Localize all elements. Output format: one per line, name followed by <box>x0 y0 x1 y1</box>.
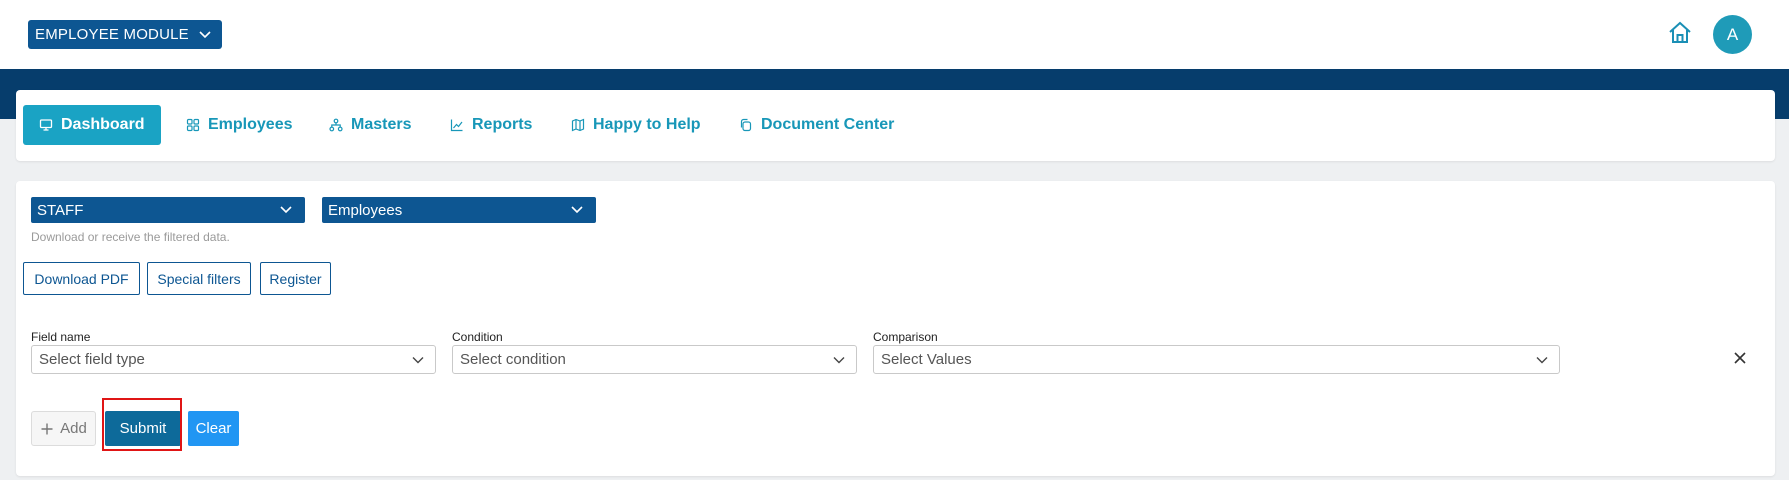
monitor-icon <box>39 119 53 131</box>
chevron-down-icon <box>833 357 845 364</box>
nav-item-label: Dashboard <box>61 116 145 133</box>
comparison-label: Comparison <box>873 330 938 344</box>
module-switcher-label: EMPLOYEE MODULE <box>35 26 189 43</box>
submit-button[interactable]: Submit <box>105 411 181 446</box>
plus-icon <box>41 423 53 434</box>
register-button[interactable]: Register <box>260 262 331 295</box>
comparison-select[interactable]: Select Values <box>873 345 1560 374</box>
clear-button[interactable]: Clear <box>188 411 239 446</box>
main-nav: Dashboard Employees Masters Reports Happ… <box>16 90 1775 161</box>
nav-item-label: Document Center <box>761 116 895 133</box>
chevron-down-icon <box>199 31 211 39</box>
map-icon <box>571 118 585 132</box>
nav-item-happy-to-help[interactable]: Happy to Help <box>571 105 701 145</box>
special-filters-button[interactable]: Special filters <box>147 262 251 295</box>
field-name-label: Field name <box>31 330 91 344</box>
category-select[interactable]: STAFF <box>31 197 305 223</box>
chevron-down-icon <box>280 206 292 214</box>
nav-item-label: Reports <box>472 116 533 133</box>
chevron-down-icon <box>1536 357 1548 364</box>
add-condition-button[interactable]: Add <box>31 411 96 446</box>
field-name-placeholder: Select field type <box>39 351 145 368</box>
entity-select[interactable]: Employees <box>322 197 596 223</box>
nav-item-reports[interactable]: Reports <box>450 105 532 145</box>
top-bar: EMPLOYEE MODULE A <box>0 0 1789 69</box>
nav-item-label: Happy to Help <box>593 116 701 133</box>
chevron-down-icon <box>412 357 424 364</box>
sitemap-icon <box>329 118 343 132</box>
condition-label: Condition <box>452 330 503 344</box>
condition-placeholder: Select condition <box>460 351 566 368</box>
nav-item-dashboard[interactable]: Dashboard <box>23 105 161 145</box>
avatar[interactable]: A <box>1713 15 1752 54</box>
home-icon[interactable] <box>1667 20 1693 46</box>
nav-item-label: Employees <box>208 116 293 133</box>
nav-item-document-center[interactable]: Document Center <box>739 105 894 145</box>
field-name-select[interactable]: Select field type <box>31 345 436 374</box>
report-filter-panel: STAFF Employees Download or receive the … <box>16 181 1775 476</box>
grid-icon <box>186 118 200 132</box>
add-button-label: Add <box>60 420 87 437</box>
line-chart-icon <box>450 119 463 132</box>
nav-item-employees[interactable]: Employees <box>186 105 292 145</box>
condition-select[interactable]: Select condition <box>452 345 857 374</box>
module-switcher[interactable]: EMPLOYEE MODULE <box>28 20 222 49</box>
chevron-down-icon <box>571 206 583 214</box>
download-pdf-button[interactable]: Download PDF <box>23 262 140 295</box>
category-select-value: STAFF <box>37 201 84 219</box>
entity-select-value: Employees <box>328 201 403 219</box>
avatar-initial: A <box>1726 24 1739 44</box>
close-icon[interactable] <box>1729 347 1751 369</box>
nav-item-masters[interactable]: Masters <box>329 105 411 145</box>
copy-icon <box>740 118 752 132</box>
nav-item-label: Masters <box>351 116 412 133</box>
comparison-placeholder: Select Values <box>881 351 972 368</box>
filter-hint: Download or receive the filtered data. <box>31 230 230 244</box>
